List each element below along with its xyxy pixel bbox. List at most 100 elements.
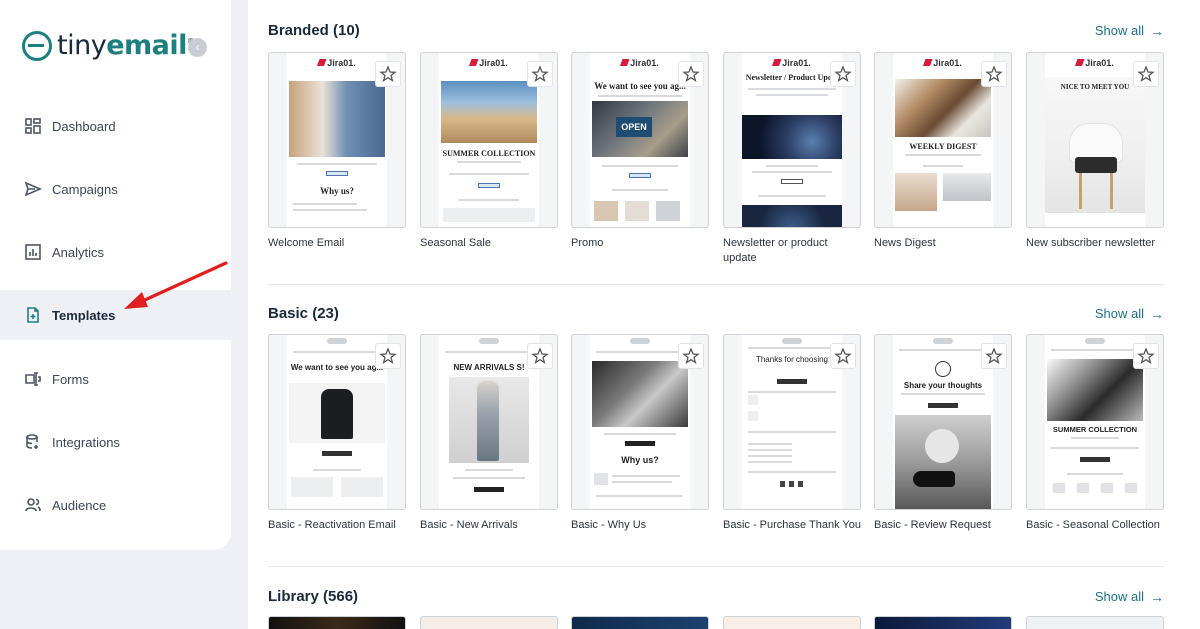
template-thumbnail[interactable]: Jira01. Why us? — [268, 52, 406, 228]
favorite-star-button[interactable] — [527, 61, 553, 87]
section-title: Basic (23) — [268, 305, 339, 322]
hero-image — [592, 361, 688, 427]
template-thumbnail[interactable]: Jira01. SUMMER COLLECTION — [420, 52, 558, 228]
template-thumbnail[interactable]: We want to see you ag... — [268, 334, 406, 510]
sidebar-item-audience[interactable]: Audience — [0, 480, 231, 530]
library-template-card[interactable] — [874, 616, 1012, 629]
sidebar-item-campaigns[interactable]: Campaigns — [0, 164, 231, 214]
template-card[interactable]: Jira01. NICE TO MEET YOU New subscriber … — [1026, 52, 1164, 251]
template-card[interactable]: NEW ARRIVALS S! Basic - New Arrivals — [420, 334, 558, 533]
favorite-star-button[interactable] — [375, 61, 401, 87]
section-header-library: Library (566) Show all → — [268, 588, 1164, 605]
template-name: Basic - Why Us — [571, 519, 647, 531]
template-thumbnail[interactable]: SUMMER COLLECTION — [1026, 334, 1164, 510]
brand-logo: Jira01. — [1074, 58, 1114, 68]
favorite-star-button[interactable] — [375, 343, 401, 369]
template-thumbnail[interactable]: NEW ARRIVALS S! — [420, 334, 558, 510]
template-name: New subscriber newsletter — [1026, 237, 1155, 249]
section-header-branded: Branded (10) Show all → — [268, 22, 1164, 39]
star-icon — [1137, 347, 1155, 364]
favorite-star-button[interactable] — [527, 343, 553, 369]
template-card[interactable]: Jira01. SUMMER COLLECTION Seasonal Sale — [420, 52, 558, 251]
template-card[interactable]: SUMMER COLLECTION Basic - Seasonal Colle… — [1026, 334, 1164, 533]
template-icon — [24, 306, 42, 324]
template-name: Basic - Seasonal Collection — [1026, 519, 1160, 531]
hero-image — [441, 81, 537, 143]
sidebar-item-forms[interactable]: Forms — [0, 354, 231, 404]
template-card[interactable]: Thanks for choosing Basic - Purchase Tha… — [723, 334, 861, 533]
template-card[interactable]: Share your thoughts Basic - Review Reque… — [874, 334, 1012, 533]
sidebar-item-label: Dashboard — [52, 118, 116, 134]
sidebar-item-label: Audience — [52, 497, 107, 513]
library-template-card[interactable] — [571, 616, 709, 629]
brand-logo: Jira01. — [922, 58, 962, 68]
template-name: Basic - Purchase Thank You — [723, 519, 861, 531]
sidebar-item-dashboard[interactable]: Dashboard — [0, 101, 231, 151]
sidebar-item-label: Analytics — [52, 244, 105, 260]
template-thumbnail[interactable]: Jira01. We want to see you ag... OPEN — [571, 52, 709, 228]
tinyemail-logo[interactable]: tinyemail® — [22, 30, 195, 61]
library-template-card[interactable] — [723, 616, 861, 629]
section-divider — [268, 566, 1164, 567]
hero-image — [742, 115, 842, 159]
favorite-star-button[interactable] — [830, 343, 856, 369]
template-thumbnail[interactable]: Why us? — [571, 334, 709, 510]
sidebar-item-integrations[interactable]: Integrations — [0, 417, 231, 467]
favorite-star-button[interactable] — [981, 61, 1007, 87]
logo-wordmark: tinyemail® — [57, 30, 195, 61]
template-name: Promo — [571, 237, 604, 249]
hero-image — [895, 79, 991, 137]
template-card[interactable]: Jira01. We want to see you ag... OPEN Pr… — [571, 52, 709, 251]
template-card[interactable]: Jira01. Newsletter / Product Upd... News… — [723, 52, 861, 266]
chart-icon — [24, 243, 42, 261]
library-template-card[interactable] — [1026, 616, 1164, 629]
template-card[interactable]: Jira01. Why us? Welcome Email — [268, 52, 406, 251]
sidebar-item-label: Templates — [52, 307, 116, 323]
show-all-link[interactable]: Show all → — [1095, 589, 1164, 605]
library-template-card[interactable] — [268, 616, 406, 629]
star-icon — [682, 65, 700, 82]
template-name: Newsletter or product update — [723, 237, 828, 264]
favorite-star-button[interactable] — [981, 343, 1007, 369]
template-thumbnail[interactable]: Jira01. NICE TO MEET YOU — [1026, 52, 1164, 228]
sidebar-item-label: Campaigns — [52, 181, 118, 197]
star-icon — [985, 347, 1003, 364]
arrow-right-icon: → — [1150, 22, 1164, 39]
star-icon — [379, 347, 397, 364]
sidebar-item-label: Forms — [52, 371, 89, 387]
template-thumbnail[interactable]: Share your thoughts — [874, 334, 1012, 510]
template-card[interactable]: We want to see you ag... Basic - Reactiv… — [268, 334, 406, 533]
template-card[interactable]: Why us? Basic - Why Us — [571, 334, 709, 533]
favorite-star-button[interactable] — [678, 343, 704, 369]
section-title: Branded (10) — [268, 22, 360, 39]
template-thumbnail[interactable]: Thanks for choosing — [723, 334, 861, 510]
favorite-star-button[interactable] — [1133, 343, 1159, 369]
annotation-arrow-icon — [124, 261, 228, 309]
arrow-right-icon: → — [1150, 588, 1164, 605]
hero-image — [289, 81, 385, 157]
logo-placeholder — [327, 338, 347, 344]
library-template-card[interactable] — [420, 616, 558, 629]
favorite-star-button[interactable] — [1133, 61, 1159, 87]
section-title: Library (566) — [268, 588, 359, 605]
template-thumbnail[interactable]: Jira01. Newsletter / Product Upd... — [723, 52, 861, 228]
logo-placeholder — [630, 338, 650, 344]
show-all-link[interactable]: Show all → — [1095, 306, 1164, 322]
logo-placeholder — [933, 338, 953, 344]
form-icon — [24, 370, 42, 388]
show-all-link[interactable]: Show all → — [1095, 23, 1164, 39]
check-icon — [935, 361, 951, 377]
favorite-star-button[interactable] — [678, 61, 704, 87]
star-icon — [834, 347, 852, 364]
template-name: Basic - Reactivation Email — [268, 519, 396, 531]
template-card[interactable]: Jira01. WEEKLY DIGEST News Digest — [874, 52, 1012, 251]
brand-logo: Jira01. — [619, 58, 659, 68]
star-icon — [834, 65, 852, 82]
collapse-sidebar-button[interactable]: ‹ — [188, 38, 207, 57]
template-thumbnail[interactable]: Jira01. WEEKLY DIGEST — [874, 52, 1012, 228]
template-name: News Digest — [874, 237, 936, 249]
brand-logo: Jira01. — [468, 58, 508, 68]
template-name: Basic - New Arrivals — [420, 519, 518, 531]
favorite-star-button[interactable] — [830, 61, 856, 87]
brand-logo: Jira01. — [316, 58, 356, 68]
